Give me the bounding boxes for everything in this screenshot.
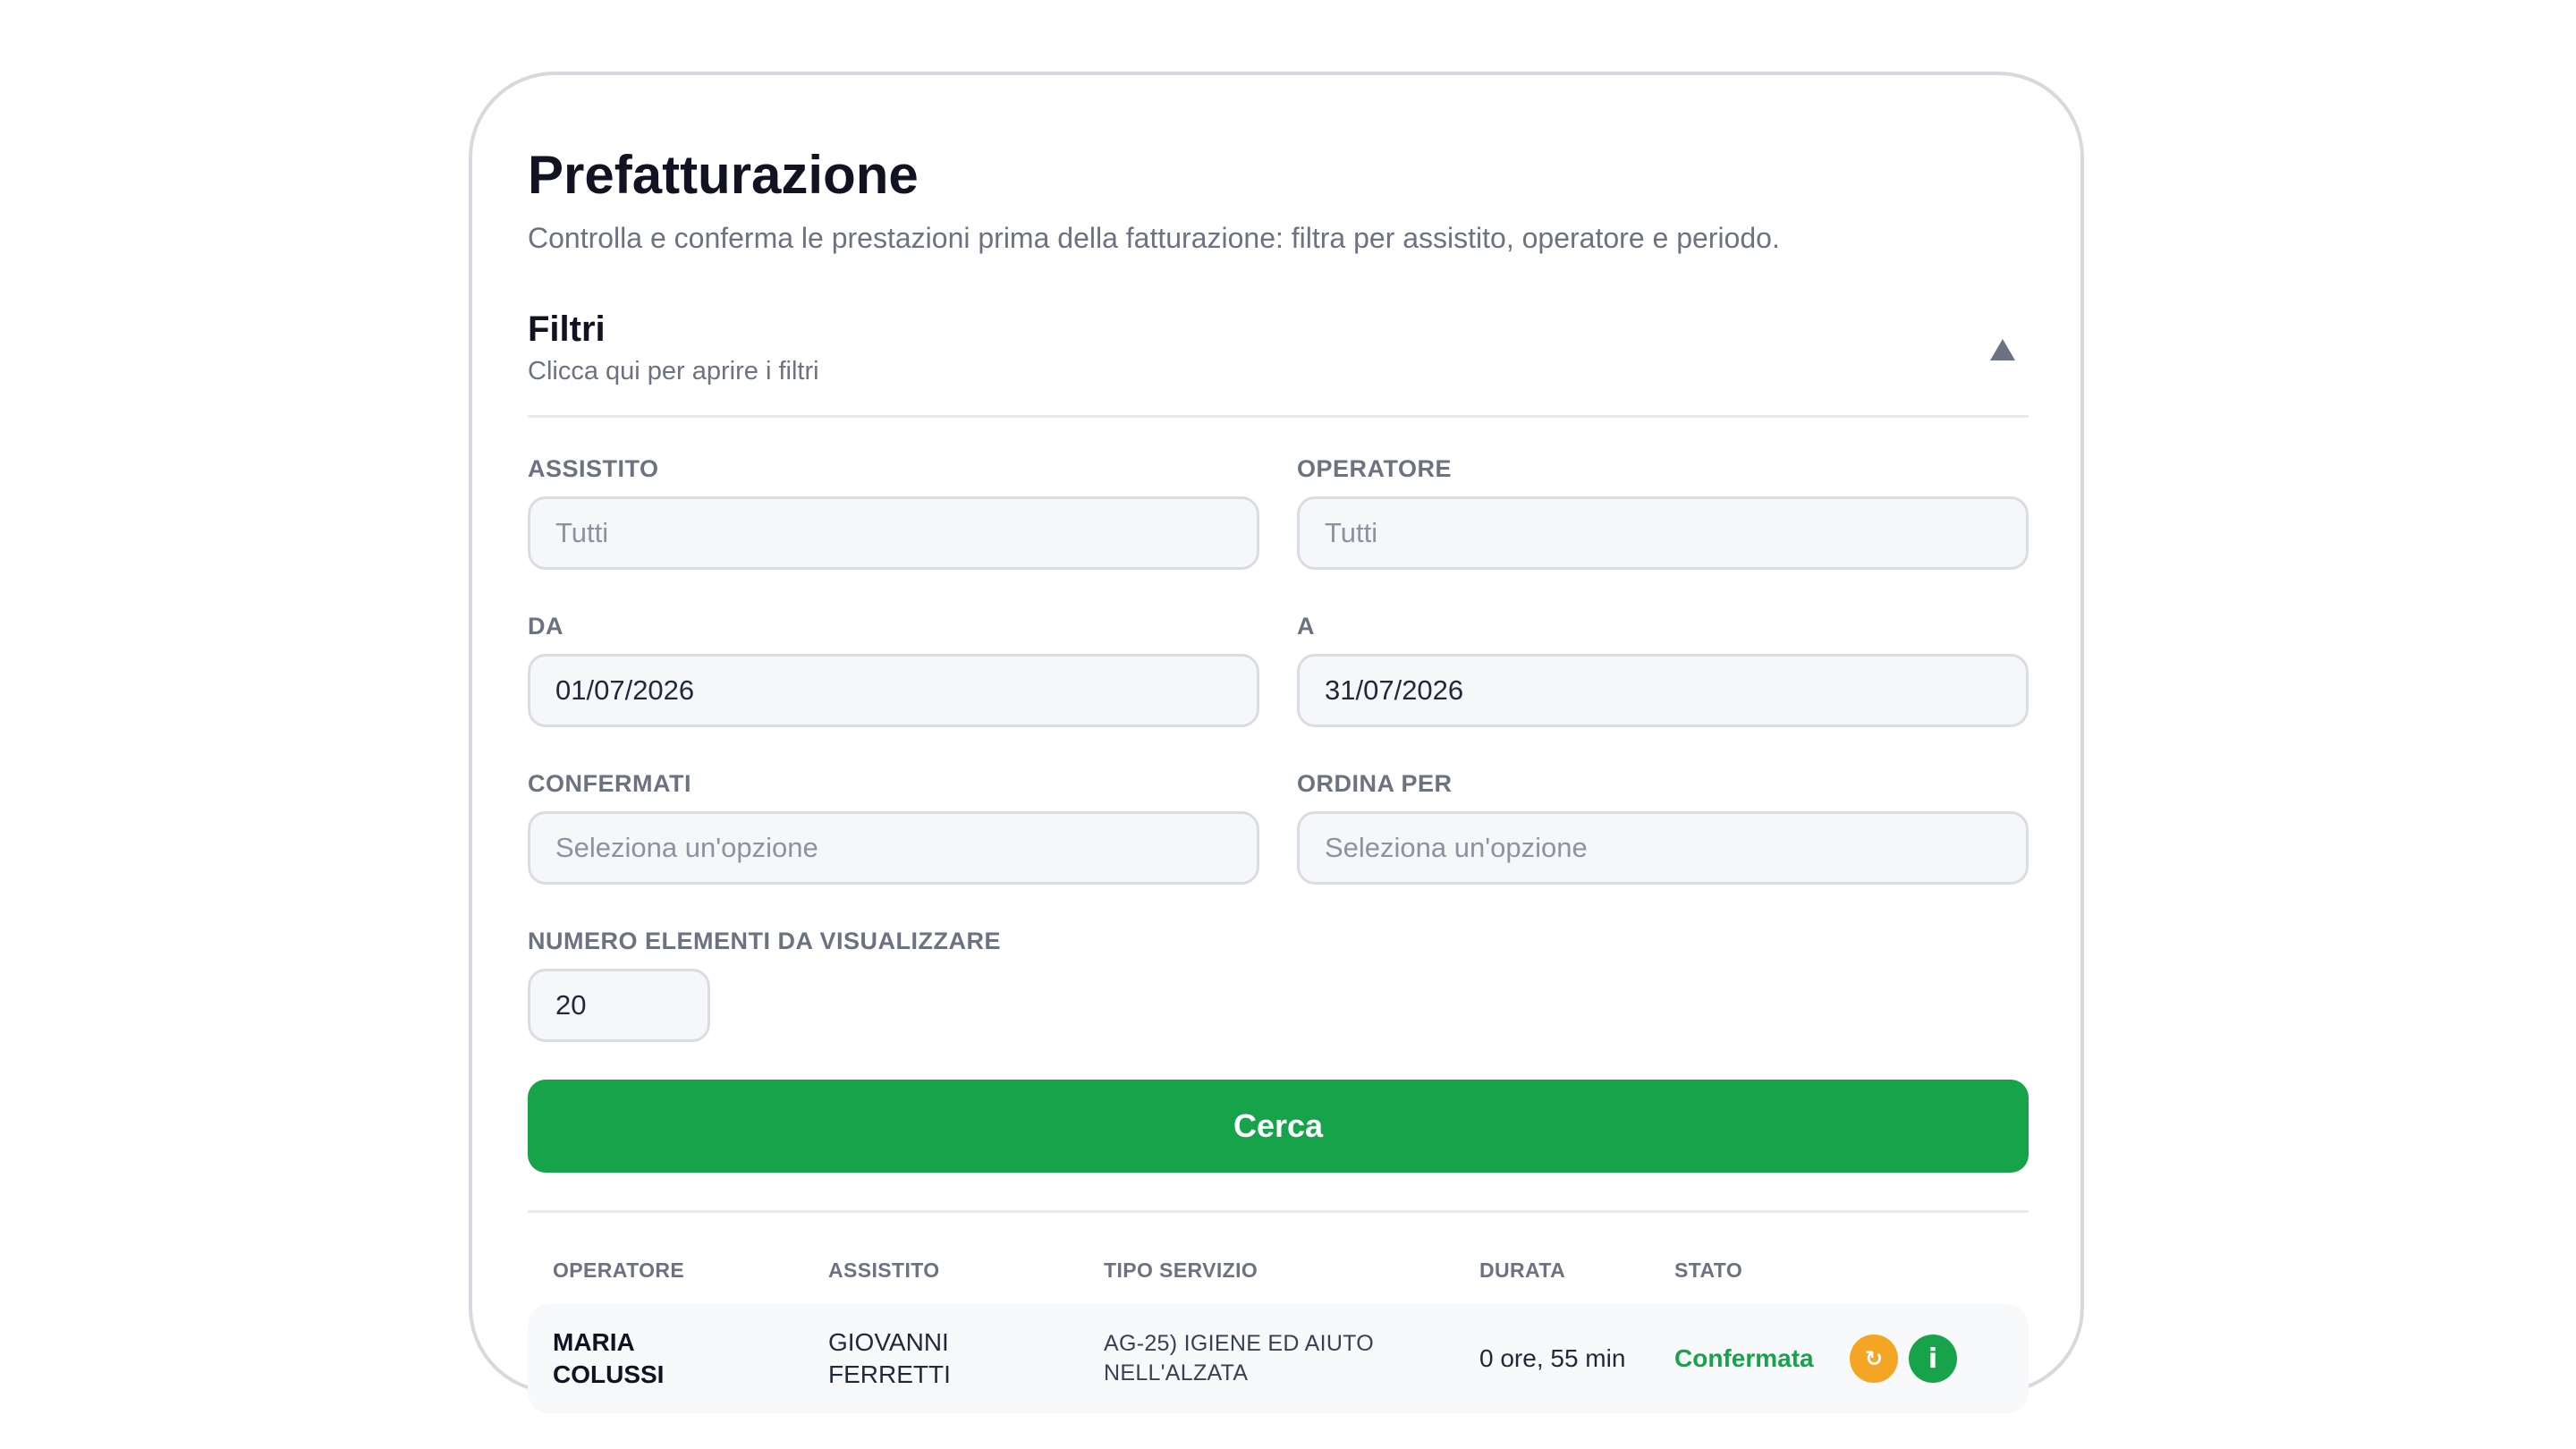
column-header-stato: STATO [1674, 1258, 1743, 1282]
operatore-select[interactable]: Tutti [1297, 496, 2029, 570]
field-da: DA 01/07/2026 [528, 611, 1259, 727]
page-subtitle: Controlla e conferma le prestazioni prim… [528, 222, 1780, 254]
card-content: Prefatturazione Controlla e conferma le … [528, 140, 2029, 1413]
servizio-line-1: AG-25) IGIENE ED AIUTO [1104, 1331, 1375, 1356]
assistito-first-name: GIOVANNI [828, 1328, 949, 1356]
cell-durata: 0 ore, 55 min [1479, 1344, 1626, 1372]
triangle-up-icon[interactable] [1989, 338, 2016, 361]
field-numero-elementi: NUMERO ELEMENTI DA VISUALIZZARE 20 [528, 926, 2029, 1042]
ordina-per-select[interactable]: Seleziona un'opzione [1297, 811, 2029, 885]
field-a: A 31/07/2026 [1297, 611, 2029, 727]
prefatturazione-card: Prefatturazione Controlla e conferma le … [469, 72, 2084, 1413]
cell-operatore: MARIA COLUSSI [553, 1326, 828, 1391]
assistito-select[interactable]: Tutti [528, 496, 1259, 570]
cell-tipo-servizio: AG-25) IGIENE ED AIUTO NELL'ALZATA [1104, 1329, 1479, 1388]
field-confermati: CONFERMATI Seleziona un'opzione [528, 768, 1259, 885]
operatore-first-name: MARIA [553, 1328, 635, 1356]
operatore-last-name: COLUSSI [553, 1360, 665, 1388]
results-divider [528, 1210, 2029, 1213]
row-actions: ↻ i [1850, 1335, 1957, 1383]
field-operatore: OPERATORE Tutti [1297, 453, 2029, 570]
cell-assistito: GIOVANNI FERRETTI [828, 1326, 1104, 1391]
column-header-assistito: ASSISTITO [828, 1258, 940, 1282]
table-header: OPERATORE ASSISTITO TIPO SERVIZIO DURATA… [528, 1252, 2029, 1288]
column-header-durata: DURATA [1479, 1258, 1566, 1282]
field-ordina-per: ORDINA PER Seleziona un'opzione [1297, 768, 2029, 885]
numero-elementi-label: NUMERO ELEMENTI DA VISUALIZZARE [528, 928, 1002, 954]
search-button[interactable]: Cerca [528, 1080, 2029, 1173]
reload-icon[interactable]: ↻ [1850, 1335, 1898, 1383]
filters-title: Filtri [528, 309, 606, 349]
field-assistito: ASSISTITO Tutti [528, 453, 1259, 570]
a-label: A [1297, 613, 1315, 640]
filters-form: ASSISTITO Tutti OPERATORE Tutti DA 01/07… [528, 453, 2029, 1042]
da-date-input[interactable]: 01/07/2026 [528, 654, 1259, 727]
results-table: OPERATORE ASSISTITO TIPO SERVIZIO DURATA… [528, 1252, 2029, 1413]
confermati-select[interactable]: Seleziona un'opzione [528, 811, 1259, 885]
column-header-tipo-servizio: TIPO SERVIZIO [1104, 1258, 1258, 1282]
page-title: Prefatturazione [528, 145, 919, 205]
status-badge: Confermata [1674, 1344, 1814, 1372]
filters-toggle[interactable]: Filtri Clicca qui per aprire i filtri [528, 306, 2029, 395]
info-icon[interactable]: i [1909, 1335, 1957, 1383]
ordina-per-label: ORDINA PER [1297, 770, 1453, 797]
operatore-label: OPERATORE [1297, 455, 1453, 482]
assistito-label: ASSISTITO [528, 455, 659, 482]
confermati-label: CONFERMATI [528, 770, 691, 797]
da-label: DA [528, 613, 564, 640]
assistito-last-name: FERRETTI [828, 1360, 951, 1388]
servizio-line-2: NELL'ALZATA [1104, 1360, 1249, 1385]
a-date-input[interactable]: 31/07/2026 [1297, 654, 2029, 727]
table-row[interactable]: MARIA COLUSSI GIOVANNI FERRETTI AG-25) I… [528, 1304, 2029, 1413]
column-header-operatore: OPERATORE [553, 1258, 685, 1282]
filters-divider [528, 415, 2029, 418]
filters-hint: Clicca qui per aprire i filtri [528, 357, 819, 386]
numero-elementi-input[interactable]: 20 [528, 969, 710, 1042]
